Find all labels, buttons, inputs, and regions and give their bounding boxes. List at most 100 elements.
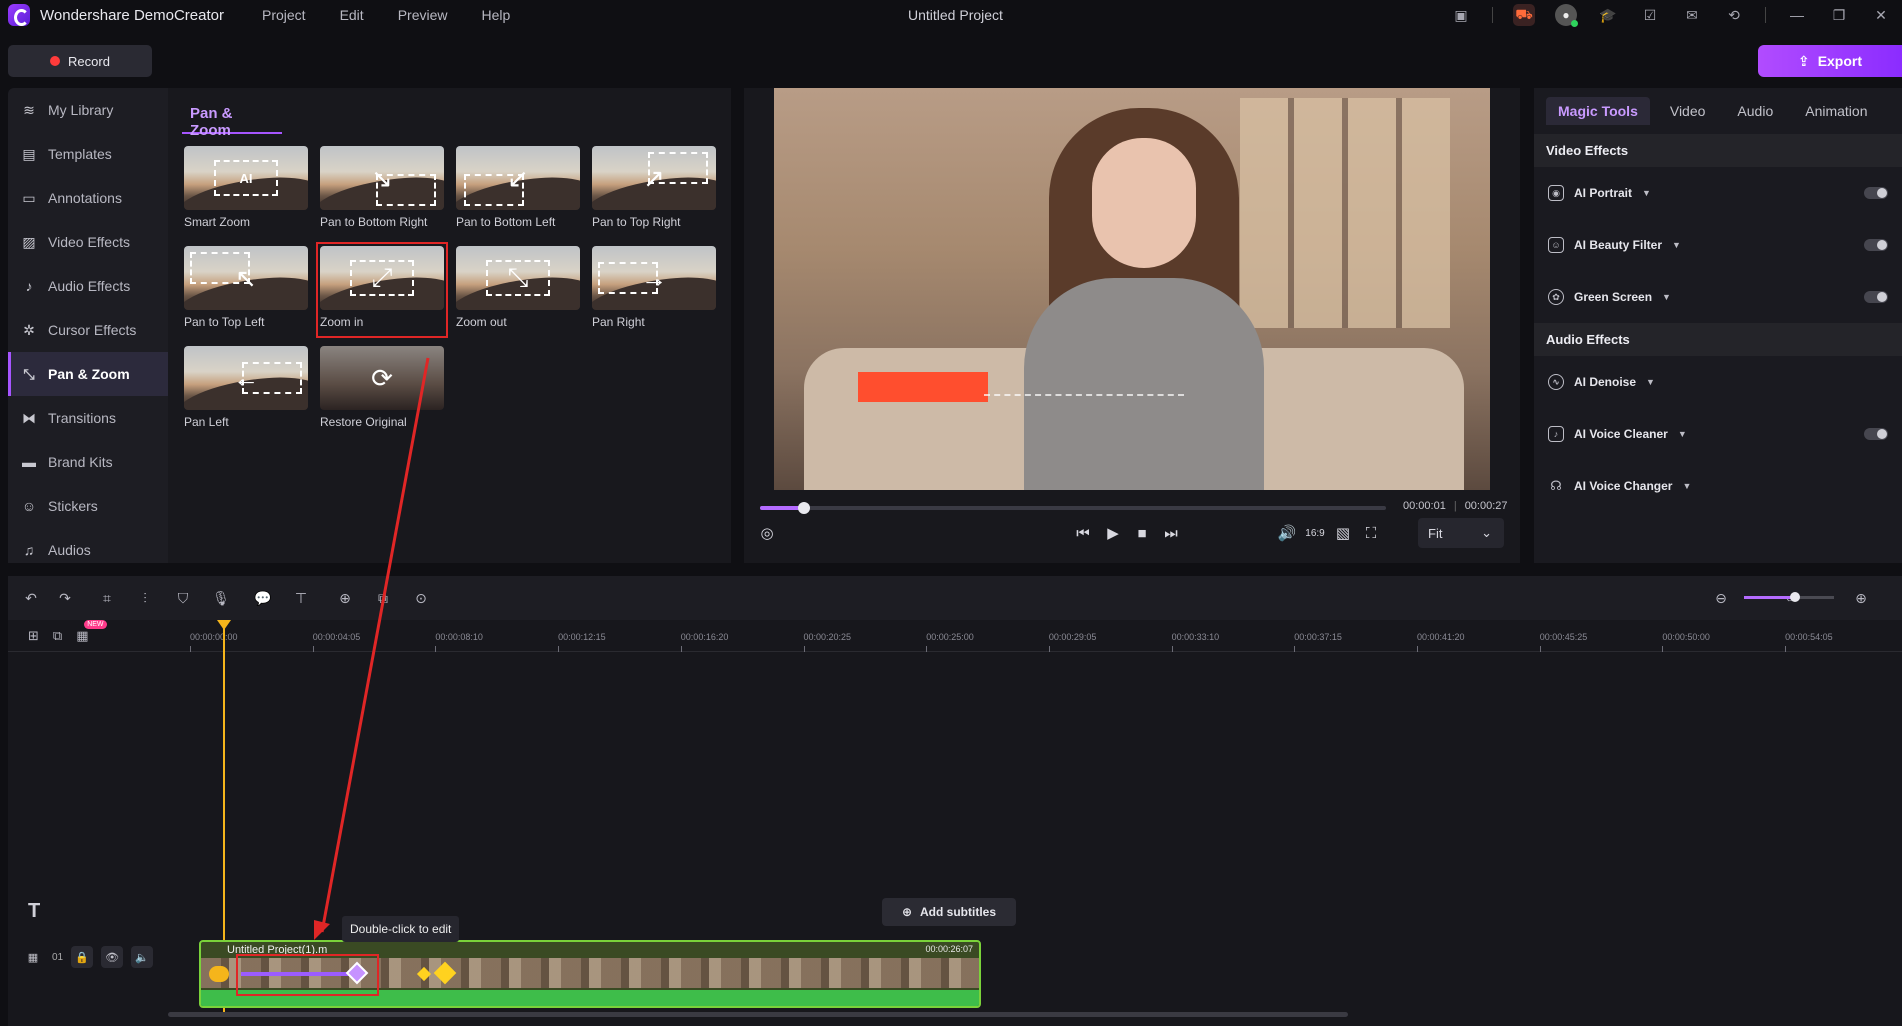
tile-pan-top-left[interactable]: ↖ Pan to Top Left (184, 246, 308, 329)
caret-down-icon[interactable]: ▼ (1642, 188, 1651, 198)
nav-cursor-effects[interactable]: ✲ Cursor Effects (8, 308, 168, 352)
video-frame[interactable] (774, 88, 1490, 490)
nav-audio-effects[interactable]: ♪ Audio Effects (8, 264, 168, 308)
speed-icon[interactable]: ⊕ (332, 585, 358, 611)
step-forward-icon[interactable]: ⏭ (1158, 520, 1184, 546)
ai-voice-cleaner-row[interactable]: ♪ AI Voice Cleaner ▼ (1534, 408, 1902, 460)
menu-preview[interactable]: Preview (398, 7, 448, 23)
tile-smart-zoom[interactable]: AI Smart Zoom (184, 146, 308, 229)
panel-splitter[interactable] (0, 563, 1902, 576)
crop-icon[interactable]: ⌗ (94, 585, 120, 611)
nav-transitions[interactable]: ⧓ Transitions (8, 396, 168, 440)
play-icon[interactable]: ▶ (1100, 520, 1126, 546)
volume-icon[interactable]: 🔊 (1274, 520, 1300, 546)
library-icon: ≋ (23, 101, 35, 118)
ai-beauty-filter-toggle[interactable] (1864, 239, 1888, 251)
tile-restore-original[interactable]: ⟳ Restore Original (320, 346, 444, 429)
stop-icon[interactable]: ■ (1129, 520, 1155, 546)
zoom-out-timeline-icon[interactable]: ⊖ (1708, 585, 1734, 611)
nav-label: Video Effects (48, 234, 130, 250)
pan-zoom-icon: ⤡ (23, 365, 35, 382)
caption-icon[interactable]: 💬 (250, 585, 276, 611)
clip-start-marker[interactable] (209, 966, 229, 982)
zoom-slider-knob[interactable] (1790, 592, 1800, 602)
fullscreen-icon[interactable]: ⛶ (1358, 520, 1384, 546)
mute-icon[interactable]: 🔈 (131, 946, 154, 968)
fit-dropdown[interactable]: Fit ⌄ (1418, 518, 1504, 548)
tile-pan-right[interactable]: → Pan Right (592, 246, 716, 329)
nav-video-effects[interactable]: ▨ Video Effects (8, 220, 168, 264)
nav-audios[interactable]: ♫ Audios (8, 528, 168, 563)
tile-zoom-in[interactable]: ⤢ Zoom in (316, 242, 448, 338)
text-track-icon[interactable]: T (28, 900, 40, 923)
tile-pan-bottom-left[interactable]: ↙ Pan to Bottom Left (456, 146, 580, 229)
tab-pan-zoom[interactable]: Pan & Zoom (182, 100, 282, 139)
eye-icon[interactable]: 👁 (101, 946, 124, 968)
record-button[interactable]: Record (8, 45, 152, 77)
tile-pan-left[interactable]: ← Pan Left (184, 346, 308, 429)
mail-icon[interactable]: ✉ (1681, 4, 1703, 26)
ai-beauty-filter-row[interactable]: ☺ AI Beauty Filter ▼ (1534, 219, 1902, 271)
preview-scrubber[interactable] (760, 502, 1386, 514)
tab-audio[interactable]: Audio (1725, 97, 1785, 125)
menu-project[interactable]: Project (262, 7, 306, 23)
split-icon[interactable]: ⫶ (132, 585, 158, 611)
menu-help[interactable]: Help (481, 7, 510, 23)
feedback-icon[interactable]: ▣ (1450, 4, 1472, 26)
zoom-in-timeline-icon[interactable]: ⊕ (1848, 585, 1874, 611)
ai-denoise-row[interactable]: ∿ AI Denoise ▼ (1534, 356, 1902, 408)
cart-icon[interactable]: ⛟ (1513, 4, 1535, 26)
tab-animation[interactable]: Animation (1793, 97, 1879, 125)
redo-icon[interactable]: ↷ (52, 585, 78, 611)
learn-icon[interactable]: 🎓 (1597, 4, 1619, 26)
aspect-ratio-icon[interactable]: 16:9 (1302, 520, 1328, 546)
nav-stickers[interactable]: ☺ Stickers (8, 484, 168, 528)
add-subtitles-button[interactable]: ⊕ Add subtitles (882, 898, 1016, 926)
caret-down-icon[interactable]: ▼ (1672, 240, 1681, 250)
green-screen-row[interactable]: ✿ Green Screen ▼ (1534, 271, 1902, 323)
close-icon[interactable]: ✕ (1870, 4, 1892, 26)
green-screen-toggle[interactable] (1864, 291, 1888, 303)
nav-my-library[interactable]: ≋ My Library (8, 88, 168, 132)
tile-zoom-out[interactable]: ⤡ Zoom out (456, 246, 580, 329)
microphone-icon[interactable]: 🎙 (208, 585, 234, 611)
nav-brand-kits[interactable]: ▬ Brand Kits (8, 440, 168, 484)
caret-down-icon[interactable]: ▼ (1682, 481, 1691, 491)
ai-voice-changer-row[interactable]: ☊ AI Voice Changer ▼ (1534, 460, 1902, 512)
safe-zone-icon[interactable]: ▧ (1330, 520, 1356, 546)
nav-annotations[interactable]: ▭ Annotations (8, 176, 168, 220)
sticker-icon: ☺ (21, 498, 37, 514)
menu-edit[interactable]: Edit (340, 7, 364, 23)
zoom-effect-icon[interactable]: ⊙ (408, 585, 434, 611)
sync-icon[interactable]: ⟲ (1723, 4, 1745, 26)
timeline-zoom-slider[interactable] (1744, 592, 1834, 602)
caret-down-icon[interactable]: ▼ (1678, 429, 1687, 439)
nav-templates[interactable]: ▤ Templates (8, 132, 168, 176)
nav-pan-zoom[interactable]: ⤡ Pan & Zoom (8, 352, 168, 396)
tab-magic-tools[interactable]: Magic Tools (1546, 97, 1650, 125)
text-box-icon[interactable]: ⊤ (288, 585, 314, 611)
step-back-icon[interactable]: ⏮ (1070, 520, 1096, 546)
export-button[interactable]: ⇪ Export (1758, 45, 1902, 77)
time-ruler[interactable]: 00:00:00:00 00:00:04:05 00:00:08:10 00:00:1… (8, 620, 1902, 652)
restore-icon[interactable]: ❐ (1828, 4, 1850, 26)
ai-portrait-row[interactable]: ◉ AI Portrait ▼ (1534, 167, 1902, 219)
caret-down-icon[interactable]: ▼ (1646, 377, 1655, 387)
ai-voice-cleaner-toggle[interactable] (1864, 428, 1888, 440)
scrubber-knob[interactable] (797, 502, 810, 514)
lock-icon[interactable]: 🔒 (71, 946, 94, 968)
user-avatar-icon[interactable]: ● (1555, 4, 1578, 27)
snapshot-icon[interactable]: ◎ (754, 520, 780, 546)
caret-down-icon[interactable]: ▼ (1662, 292, 1671, 302)
marker-icon[interactable]: ⛉ (170, 585, 196, 611)
timeline-scrollbar[interactable] (168, 1012, 1348, 1017)
overlay-icon[interactable]: ⧉ (370, 585, 396, 611)
minimize-icon[interactable]: — (1786, 4, 1808, 26)
undo-icon[interactable]: ↶ (18, 585, 44, 611)
tile-pan-bottom-right[interactable]: ↘ Pan to Bottom Right (320, 146, 444, 229)
ai-portrait-toggle[interactable] (1864, 187, 1888, 199)
tab-video[interactable]: Video (1658, 97, 1718, 125)
tasks-icon[interactable]: ☑ (1639, 4, 1661, 26)
tile-pan-top-right[interactable]: ↗ Pan to Top Right (592, 146, 716, 229)
tile-thumbnail: ↘ (320, 146, 444, 210)
